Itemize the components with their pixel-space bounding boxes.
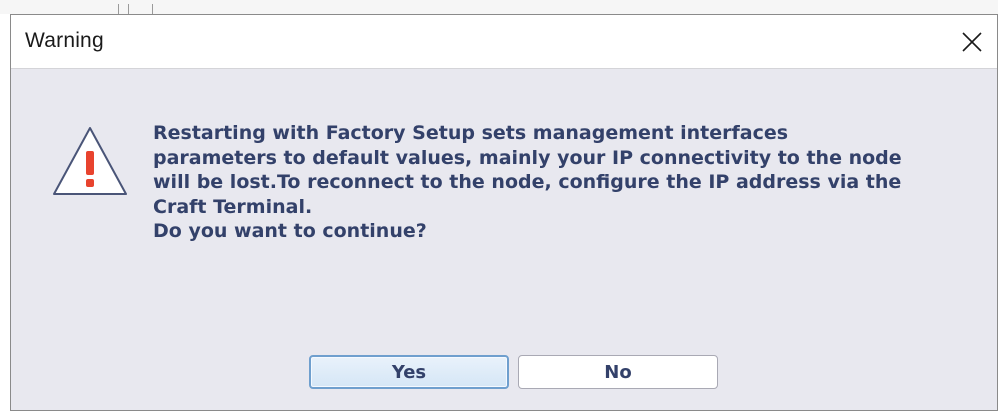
no-button[interactable]: No bbox=[518, 355, 718, 389]
background-divider bbox=[152, 4, 153, 14]
background-window-strip bbox=[0, 0, 998, 14]
dialog-message: Restarting with Factory Setup sets manag… bbox=[153, 122, 902, 242]
dialog-title-bar[interactable]: Warning bbox=[11, 15, 997, 69]
close-icon bbox=[962, 32, 982, 52]
dialog-title: Warning bbox=[25, 29, 104, 52]
dialog-body: Restarting with Factory Setup sets manag… bbox=[11, 69, 997, 410]
warning-triangle-icon bbox=[53, 127, 127, 195]
background-divider bbox=[128, 4, 129, 14]
yes-button-label: Yes bbox=[391, 361, 427, 383]
no-button-label: No bbox=[604, 361, 632, 383]
background-divider bbox=[118, 4, 119, 14]
close-button[interactable] bbox=[951, 23, 993, 61]
warning-dialog: Warning Restarting with Factory Setup se… bbox=[10, 14, 998, 411]
yes-button[interactable]: Yes bbox=[309, 355, 509, 389]
